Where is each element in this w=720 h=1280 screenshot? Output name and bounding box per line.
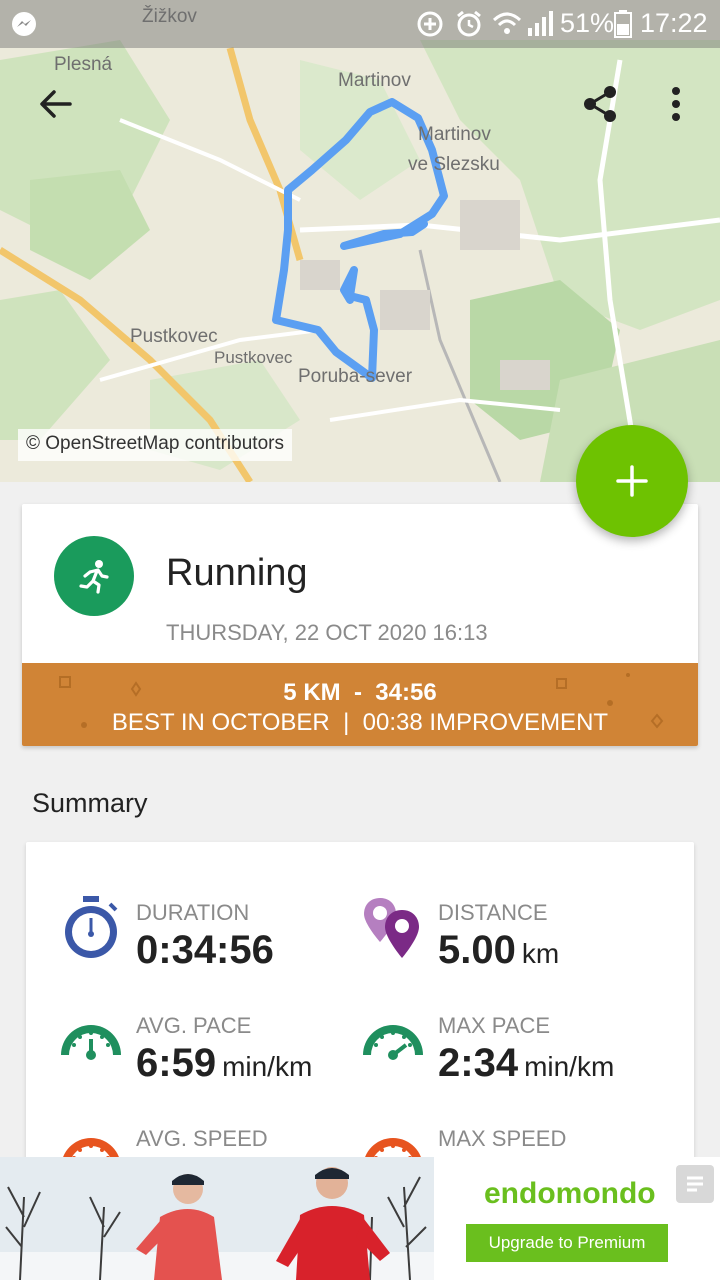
location-pins-icon: [364, 898, 419, 958]
route-map[interactable]: Žižkov Plesná Martinov Martinov ve Slezs…: [0, 0, 720, 482]
clock: 17:22: [640, 8, 708, 38]
pace-gauge-icon: [363, 1025, 423, 1060]
stat-unit: min/km: [222, 1051, 313, 1082]
plus-icon: [616, 465, 648, 497]
wifi-icon: [492, 10, 522, 43]
stat-label: AVG. PACE: [136, 1013, 252, 1038]
pace-gauge-icon: [61, 1025, 121, 1060]
activity-card[interactable]: Running THURSDAY, 22 OCT 2020 16:13 5 KM…: [22, 504, 698, 746]
ad-photo-runners: [0, 1157, 434, 1280]
battery-icon: [614, 10, 632, 43]
endomondo-logo: endomondo: [484, 1177, 656, 1210]
arrow-left-icon: [40, 90, 72, 118]
stat-avg-pace: AVG. PACE 6:59 min/km: [58, 1005, 358, 1095]
stat-unit: km: [521, 938, 560, 969]
map-label: ve Slezsku: [408, 154, 500, 175]
map-label: Plesná: [54, 54, 113, 75]
map-attribution[interactable]: © OpenStreetMap contributors: [18, 429, 292, 461]
stat-value: 6:59: [136, 1041, 217, 1085]
activity-date: THURSDAY, 22 OCT 2020 16:13: [166, 620, 488, 645]
stat-duration: DURATION 0:34:56: [58, 892, 358, 982]
add-circle-icon: [416, 10, 444, 43]
ad-close-icon: [687, 1176, 703, 1192]
banner-record: 5 KM - 34:56: [283, 679, 437, 706]
back-button[interactable]: [32, 80, 80, 128]
summary-card: DURATION 0:34:56 DISTANCE 5.00 km AVG. PA…: [26, 842, 694, 1172]
map-label: Poruba-sever: [298, 366, 413, 387]
status-bar: 51% 17:22: [0, 0, 720, 48]
running-icon: [79, 560, 109, 594]
stat-value: 0:34:56: [136, 928, 274, 972]
more-vert-icon: [672, 87, 680, 121]
ad-banner[interactable]: endomondo Upgrade to Premium: [0, 1157, 720, 1280]
messenger-icon: [10, 10, 38, 43]
stat-unit: min/km: [524, 1051, 615, 1082]
map-label: Martinov: [338, 70, 411, 91]
battery-percent: 51%: [560, 8, 615, 38]
share-button[interactable]: [576, 80, 624, 128]
personal-best-banner[interactable]: 5 KM - 34:56 BEST IN OCTOBER | 00:38 IMP…: [22, 663, 698, 746]
stat-label: AVG. SPEED: [136, 1126, 268, 1151]
sport-title: Running: [166, 552, 308, 594]
sport-avatar: [54, 536, 134, 616]
ad-info-button[interactable]: [676, 1165, 714, 1203]
stat-distance: DISTANCE 5.00 km: [360, 892, 660, 982]
banner-improvement: BEST IN OCTOBER | 00:38 IMPROVEMENT: [111, 709, 609, 736]
stat-label: DISTANCE: [438, 900, 548, 925]
alarm-icon: [454, 10, 484, 43]
map-label: Martinov: [418, 124, 491, 145]
stat-label: DURATION: [136, 900, 250, 925]
add-button[interactable]: [576, 425, 688, 537]
stopwatch-icon: [65, 896, 118, 958]
more-options-button[interactable]: [652, 80, 700, 128]
ad-cta-panel[interactable]: endomondo Upgrade to Premium: [434, 1157, 720, 1280]
map-label: Pustkovec: [130, 326, 218, 347]
map-label: Pustkovec: [214, 348, 293, 367]
upgrade-premium-button[interactable]: Upgrade to Premium: [466, 1224, 668, 1262]
share-icon: [584, 86, 616, 122]
stat-max-pace: MAX PACE 2:34 min/km: [360, 1005, 660, 1095]
summary-heading: Summary: [32, 788, 148, 818]
stat-value: 5.00: [438, 928, 516, 972]
stat-label: MAX PACE: [438, 1013, 551, 1038]
stat-value: 2:34: [438, 1041, 519, 1085]
stat-label: MAX SPEED: [438, 1126, 567, 1151]
signal-icon: [526, 10, 554, 43]
